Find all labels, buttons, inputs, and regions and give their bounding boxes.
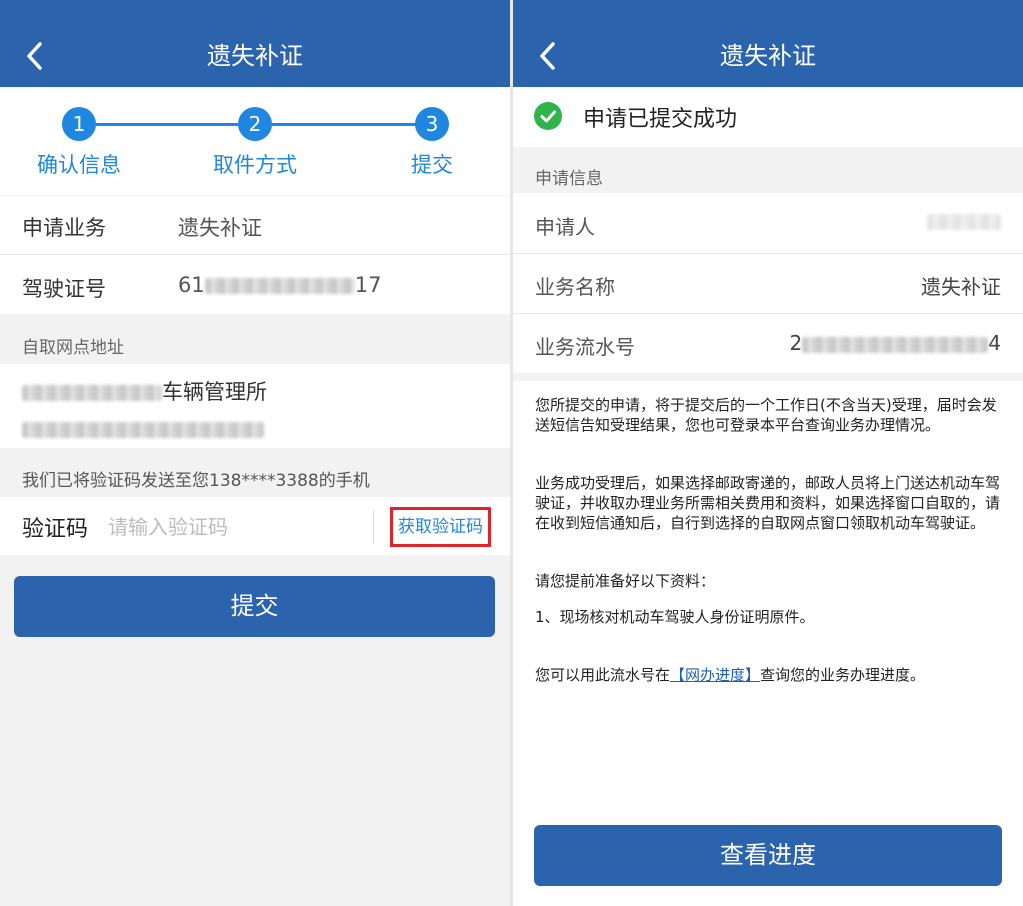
office-name-text: 车辆管理所 xyxy=(162,380,267,404)
verify-code-input[interactable] xyxy=(108,513,358,541)
office-name: 车辆管理所 xyxy=(22,376,267,406)
notice-paragraph-5: 您可以用此流水号在【网办进度】查询您的业务办理进度。 xyxy=(535,665,1003,685)
notice-text: 您可以用此流水号在 xyxy=(535,666,671,684)
sms-notice: 我们已将验证码发送至您138****3388的手机 xyxy=(22,471,370,491)
step-3-label: 提交 xyxy=(411,153,453,177)
step-3-indicator: 3 xyxy=(415,107,449,141)
step-2-indicator: 2 xyxy=(238,107,272,141)
business-label: 申请业务 xyxy=(22,216,106,240)
step-1-indicator: 1 xyxy=(62,107,96,141)
page-title: 遗失补证 xyxy=(720,42,816,70)
pickup-section-title: 自取网点地址 xyxy=(22,338,124,358)
step-connector xyxy=(96,123,240,126)
verify-code-label: 验证码 xyxy=(22,517,89,542)
license-suffix: 17 xyxy=(354,273,382,297)
serial-prefix: 2 xyxy=(789,331,803,355)
serial-number-label: 业务流水号 xyxy=(535,335,635,359)
redacted-text xyxy=(802,336,989,353)
notice-paragraph-1: 您所提交的申请，将于提交后的一个工作日(不含当天)受理，届时会发送短信告知受理结… xyxy=(535,396,997,434)
notice-paragraph-4: 1、现场核对机动车驾驶人身份证明原件。 xyxy=(535,608,815,626)
applicant-label: 申请人 xyxy=(535,215,595,239)
section-header: 申请信息 xyxy=(513,147,1023,193)
step-2-label: 取件方式 xyxy=(213,153,297,177)
business-value: 遗失补证 xyxy=(178,216,262,240)
step-1-label: 确认信息 xyxy=(37,153,121,177)
view-progress-button[interactable]: 查看进度 xyxy=(534,825,1002,886)
application-info-title: 申请信息 xyxy=(535,169,603,189)
license-label: 驾驶证号 xyxy=(22,277,106,301)
license-value: 61 17 xyxy=(178,273,381,297)
success-message: 申请已提交成功 xyxy=(583,107,738,132)
business-row: 申请业务 遗失补证 xyxy=(0,196,510,254)
redacted-text xyxy=(22,385,162,401)
business-name-label: 业务名称 xyxy=(535,275,615,299)
notice-text: 查询您的业务办理进度。 xyxy=(760,666,926,684)
online-progress-link[interactable]: 【网办进度】 xyxy=(670,666,760,684)
serial-suffix: 4 xyxy=(988,331,1001,355)
left-screen: 遗失补证 1 2 3 确认信息 取件方式 提交 申请业务 遗失补证 驾驶证号 6… xyxy=(0,0,510,906)
license-prefix: 61 xyxy=(178,273,205,297)
check-circle-icon xyxy=(534,102,562,130)
business-name-row: 业务名称 遗失补证 xyxy=(513,254,1023,313)
page-title: 遗失补证 xyxy=(207,42,303,70)
divider xyxy=(373,510,374,544)
header-bar: 遗失补证 xyxy=(0,0,510,87)
step-connector xyxy=(272,123,416,126)
business-name-value: 遗失补证 xyxy=(921,275,1001,299)
serial-number-row: 业务流水号 24 xyxy=(513,314,1023,373)
success-banner: 申请已提交成功 xyxy=(513,87,1023,147)
pickup-address-block: 车辆管理所 xyxy=(0,364,510,448)
serial-number-value: 24 xyxy=(790,331,1001,355)
redacted-text xyxy=(927,214,1001,230)
redacted-address xyxy=(22,422,264,438)
spacer xyxy=(513,373,1023,381)
right-screen: 遗失补证 申请已提交成功 申请信息 申请人 业务名称 遗失补证 业务流水号 24… xyxy=(513,0,1023,906)
applicant-row: 申请人 xyxy=(513,194,1023,253)
header-bar: 遗失补证 xyxy=(513,0,1023,87)
license-row: 驾驶证号 61 17 xyxy=(0,255,510,314)
notice-paragraph-3: 请您提前准备好以下资料： xyxy=(535,572,716,590)
get-code-button[interactable]: 获取验证码 xyxy=(390,507,491,547)
progress-stepper: 1 2 3 确认信息 取件方式 提交 xyxy=(0,87,510,195)
submit-button[interactable]: 提交 xyxy=(14,576,495,637)
notice-paragraph-2: 业务成功受理后，如果选择邮政寄递的，邮政人员将上门送达机动车驾驶证，并收取办理业… xyxy=(535,474,1001,532)
redacted-text xyxy=(204,278,355,294)
